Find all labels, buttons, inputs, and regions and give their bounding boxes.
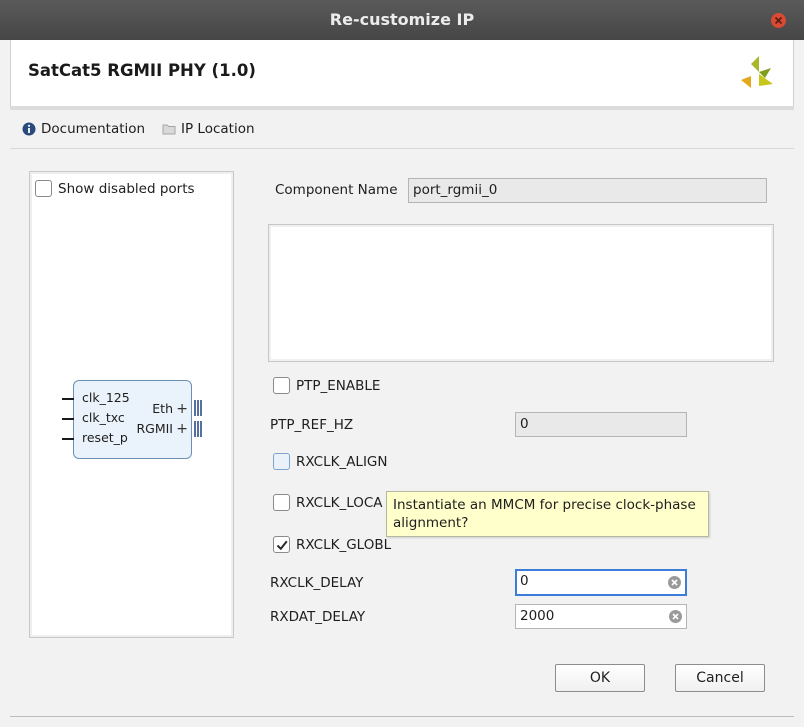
tooltip: Instantiate an MMCM for precise clock-ph… <box>386 491 709 537</box>
checkbox-box[interactable] <box>273 453 290 470</box>
bus-rgmii-icon <box>194 421 202 437</box>
documentation-label: Documentation <box>41 121 146 137</box>
ptp-ref-hz-field[interactable]: 0 <box>515 412 687 437</box>
folder-icon <box>162 124 176 135</box>
pin-clk-125 <box>62 398 74 400</box>
close-icon <box>774 16 783 25</box>
pin-label: clk_125 <box>82 390 130 405</box>
link-bar: Documentation IP Location <box>10 110 794 148</box>
rxdat-delay-label: RXDAT_DELAY <box>270 609 366 625</box>
pin-reset-p <box>62 438 74 440</box>
window-title: Re-customize IP <box>329 10 475 29</box>
pin-clk-txc <box>62 418 74 420</box>
rxclk-delay-label: RXCLK_DELAY <box>270 575 364 591</box>
show-disabled-ports-label: Show disabled ports <box>58 180 195 197</box>
checkmark-icon <box>276 540 288 551</box>
ptp-ref-hz-label: PTP_REF_HZ <box>270 417 354 433</box>
checkbox-box[interactable] <box>35 180 52 197</box>
pin-label: clk_txc <box>82 410 125 425</box>
documentation-link[interactable]: Documentation <box>22 121 145 137</box>
show-disabled-ports-checkbox[interactable]: Show disabled ports <box>35 180 195 197</box>
ip-location-link[interactable]: IP Location <box>162 121 255 137</box>
ok-button[interactable]: OK <box>555 664 645 692</box>
component-name-field[interactable]: port_rgmii_0 <box>408 178 767 203</box>
rxclk-local-checkbox[interactable]: RXCLK_LOCA <box>273 494 383 511</box>
rxclk-align-label: RXCLK_ALIGN <box>296 453 388 470</box>
rxdat-delay-value: 2000 <box>520 608 555 624</box>
rxclk-delay-field[interactable]: 0 <box>515 569 687 596</box>
dialog-header: SatCat5 RGMII PHY (1.0) <box>10 40 794 106</box>
ptp-enable-checkbox[interactable]: PTP_ENABLE <box>273 377 380 394</box>
component-name-label: Component Name <box>275 182 398 198</box>
ip-location-label: IP Location <box>181 121 255 137</box>
rxdat-delay-field[interactable]: 2000 <box>515 604 687 629</box>
cancel-button[interactable]: Cancel <box>675 664 765 692</box>
vivado-logo-icon <box>741 56 773 88</box>
content-divider <box>10 148 794 149</box>
ptp-enable-label: PTP_ENABLE <box>296 377 381 394</box>
ip-block-symbol: clk_125 clk_txc reset_p Eth RGMII + + <box>62 380 202 459</box>
info-icon <box>22 122 36 136</box>
expand-plus-icon[interactable]: + <box>176 402 188 416</box>
port-label: Eth <box>152 401 173 416</box>
checkbox-box[interactable] <box>273 377 290 394</box>
dialog-bottom-edge <box>10 716 794 717</box>
bus-eth-icon <box>194 400 202 416</box>
checkbox-box[interactable] <box>273 536 290 553</box>
rxclk-global-checkbox[interactable]: RXCLK_GLOBL <box>273 536 391 553</box>
expand-plus-icon[interactable]: + <box>176 422 188 436</box>
clear-icon[interactable] <box>669 610 682 623</box>
ip-title: SatCat5 RGMII PHY (1.0) <box>28 61 256 80</box>
rxclk-global-label: RXCLK_GLOBL <box>296 536 392 553</box>
close-button[interactable] <box>771 13 786 28</box>
rxclk-local-label: RXCLK_LOCA <box>296 494 383 511</box>
port-label: RGMII <box>136 421 173 436</box>
clear-icon[interactable] <box>668 576 681 589</box>
description-area <box>268 224 774 362</box>
rxclk-delay-value: 0 <box>520 573 529 589</box>
checkbox-box[interactable] <box>273 494 290 511</box>
pin-label: reset_p <box>82 430 128 445</box>
rxclk-align-checkbox[interactable]: RXCLK_ALIGN <box>273 453 388 470</box>
window-titlebar: Re-customize IP <box>0 0 804 40</box>
